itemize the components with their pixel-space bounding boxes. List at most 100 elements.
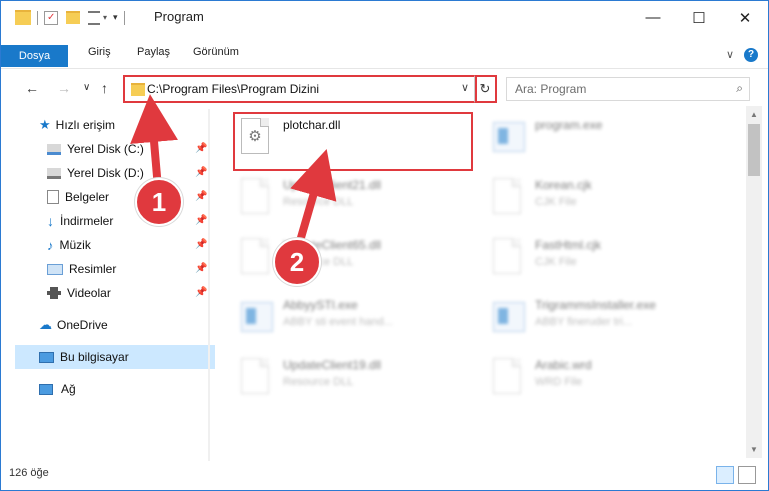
file-item[interactable]: UpdateClient19.dll Resource DLL xyxy=(235,352,475,400)
maximize-button[interactable]: ☐ xyxy=(676,1,722,34)
close-button[interactable]: ✕ xyxy=(722,1,768,34)
large-icons-view-icon[interactable] xyxy=(738,466,756,484)
recent-locations-button[interactable]: ∨ xyxy=(83,82,90,93)
file-name: AbbyySTI.exe xyxy=(283,298,358,312)
sidebar-item-label: Videolar xyxy=(67,286,111,300)
scrollbar-thumb[interactable] xyxy=(748,124,760,176)
pin-icon[interactable]: 📌 xyxy=(195,239,207,250)
file-item[interactable]: FastHtml.cjk CJK File xyxy=(487,232,727,280)
item-count: 126 öğe xyxy=(9,467,49,479)
file-item-program-exe[interactable]: program.exe xyxy=(487,112,727,160)
video-icon xyxy=(47,287,61,299)
exe-file-icon xyxy=(241,298,273,334)
file-item[interactable]: UpdateClient21.dll Resource DLL xyxy=(235,172,475,220)
sidebar-item-downloads[interactable]: ↓ İndirmeler xyxy=(47,209,113,233)
file-name: FastHtml.cjk xyxy=(535,238,601,252)
sidebar-item-label: Yerel Disk (D:) xyxy=(67,166,144,180)
pin-icon[interactable]: 📌 xyxy=(195,167,207,178)
details-view-icon[interactable] xyxy=(716,466,734,484)
sidebar-item-documents[interactable]: Belgeler xyxy=(47,185,109,209)
cloud-icon: ☁ xyxy=(39,317,52,332)
pin-icon[interactable]: 📌 xyxy=(195,263,207,274)
drive-icon xyxy=(47,167,61,179)
scroll-up-icon[interactable]: ▲ xyxy=(750,110,758,119)
file-name: TrigrammsInstaller.exe xyxy=(535,298,656,312)
sidebar-item-label: Belgeler xyxy=(65,190,110,204)
sidebar-item-label: Bu bilgisayar xyxy=(60,350,129,364)
sidebar-item-label: Ağ xyxy=(61,382,76,396)
sidebar-item-this-pc[interactable]: Bu bilgisayar xyxy=(15,345,222,369)
download-icon: ↓ xyxy=(47,213,54,229)
toolbar-divider xyxy=(37,10,38,25)
forward-button[interactable]: → xyxy=(57,80,71,96)
file-item[interactable]: Korean.cjk CJK File xyxy=(487,172,727,220)
exe-file-icon xyxy=(493,298,525,334)
sidebar-item-pictures[interactable]: Resimler xyxy=(47,257,116,281)
tab-dosya[interactable]: Dosya xyxy=(1,45,68,67)
pin-icon[interactable]: 📌 xyxy=(195,191,207,202)
view-list-icon[interactable] xyxy=(88,10,100,25)
file-item[interactable]: UpdateClient65.dll Resource DLL xyxy=(235,232,475,280)
ribbon-expand-icon[interactable]: ∨ xyxy=(726,48,734,61)
folder-icon xyxy=(15,10,31,25)
help-icon[interactable]: ? xyxy=(744,48,758,62)
sidebar-item-label: Müzik xyxy=(59,238,91,252)
file-name: Korean.cjk xyxy=(535,178,592,192)
qa-dropdown-icon[interactable]: ▾ xyxy=(103,13,107,22)
sidebar-item-disk-c[interactable]: Yerel Disk (C:) xyxy=(47,137,144,161)
documents-icon xyxy=(47,190,59,204)
address-bar[interactable]: C:\Program Files\Program Dizini ∨ xyxy=(123,75,477,103)
file-item[interactable]: TrigrammsInstaller.exe ABBY fineruder tr… xyxy=(487,292,727,340)
address-dropdown-icon[interactable]: ∨ xyxy=(461,81,469,94)
file-name: UpdateClient19.dll xyxy=(283,358,382,372)
search-input[interactable]: Ara: Program xyxy=(515,82,586,96)
back-button[interactable]: ← xyxy=(25,80,39,96)
dll-file-icon xyxy=(241,178,271,214)
quick-access-toolbar: ✓ ▾ ▾ xyxy=(15,1,131,34)
music-icon: ♪ xyxy=(47,237,54,253)
scroll-down-icon[interactable]: ▼ xyxy=(750,445,758,454)
window-title: Program xyxy=(154,9,204,24)
up-button[interactable]: ↑ xyxy=(101,80,108,96)
properties-icon[interactable]: ✓ xyxy=(44,10,58,25)
sidebar-item-label: OneDrive xyxy=(57,318,108,332)
exe-file-icon xyxy=(493,118,525,154)
file-list-scrollbar[interactable]: ▲ ▼ xyxy=(746,106,762,458)
sidebar-item-network[interactable]: Ağ xyxy=(39,377,76,401)
file-description: Resource DLL xyxy=(283,376,354,388)
file-item[interactable]: Arabic.wrd WRD File xyxy=(487,352,727,400)
pin-icon[interactable]: 📌 xyxy=(195,143,207,154)
computer-icon xyxy=(39,351,54,363)
dll-file-icon xyxy=(241,238,271,274)
pictures-icon xyxy=(47,263,63,275)
file-item[interactable]: AbbyySTI.exe ABBY sti event hand... xyxy=(235,292,475,340)
title-bar: ✓ ▾ ▾ Program — ☐ ✕ xyxy=(1,1,768,34)
file-description: CJK File xyxy=(535,256,577,268)
tab-gorunum[interactable]: Görünüm xyxy=(193,46,239,58)
refresh-button[interactable]: ↻ xyxy=(474,75,497,103)
pin-icon[interactable]: 📌 xyxy=(195,215,207,226)
tab-giris[interactable]: Giriş xyxy=(88,46,111,58)
sidebar-item-disk-d[interactable]: Yerel Disk (D:) xyxy=(47,161,144,185)
search-icon: ⌕ xyxy=(736,81,743,95)
sidebar-item-quick-access[interactable]: ★ Hızlı erişim xyxy=(39,113,115,137)
status-bar: 126 öğe xyxy=(1,461,768,490)
callout-badge-1: 1 xyxy=(135,178,183,226)
search-box[interactable]: Ara: Program ⌕ xyxy=(506,77,750,101)
star-icon: ★ xyxy=(39,117,51,132)
file-description: ABBY sti event hand... xyxy=(283,316,393,328)
sidebar-item-music[interactable]: ♪ Müzik xyxy=(47,233,91,257)
customize-qa-icon[interactable]: ▾ xyxy=(113,12,118,23)
pin-icon[interactable]: 📌 xyxy=(195,287,207,298)
sidebar-item-videos[interactable]: Videolar xyxy=(47,281,111,305)
minimize-button[interactable]: — xyxy=(630,1,676,34)
tab-paylas[interactable]: Paylaş xyxy=(137,46,170,58)
navigation-pane: ★ Hızlı erişim Yerel Disk (C:) 📌 Yerel D… xyxy=(1,109,222,461)
address-path[interactable]: C:\Program Files\Program Dizini xyxy=(147,82,319,96)
file-name: Arabic.wrd xyxy=(535,358,592,372)
sidebar-item-onedrive[interactable]: ☁ OneDrive xyxy=(39,313,108,337)
sidebar-item-label: Resimler xyxy=(69,262,117,276)
file-icon xyxy=(493,178,523,214)
new-folder-icon[interactable] xyxy=(66,11,80,24)
navigation-pane-scrollbar[interactable] xyxy=(208,109,210,461)
